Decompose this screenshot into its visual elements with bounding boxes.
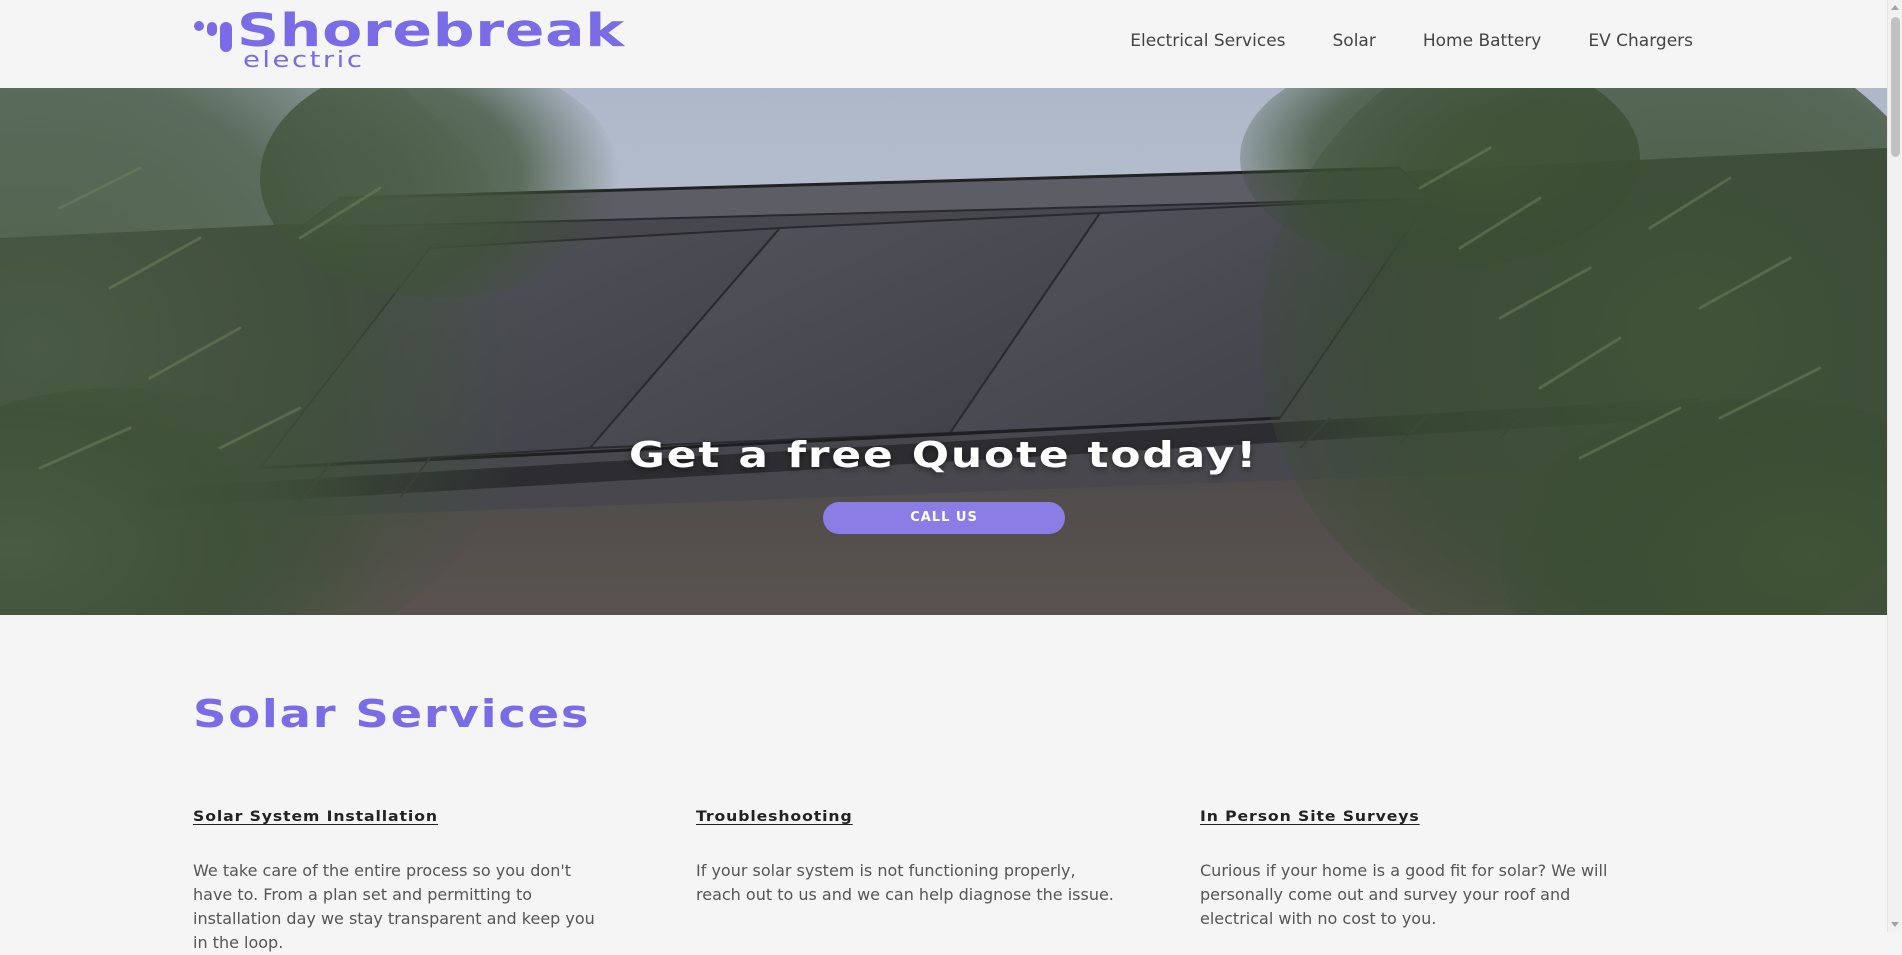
service-description-site-surveys: Curious if your home is a good fit for s… [1200, 861, 1608, 928]
service-description-troubleshooting: If your solar system is not functioning … [696, 861, 1114, 904]
service-description-installation: We take care of the entire process so yo… [193, 861, 595, 952]
page-scrollbar[interactable] [1887, 0, 1902, 932]
section-title-solar-services: Solar Services [193, 692, 591, 736]
call-us-button[interactable]: CALL US [823, 502, 1065, 534]
scroll-down-arrow-icon[interactable] [1891, 922, 1899, 927]
brand-name: Shorebreak [237, 4, 625, 57]
brand-logo[interactable]: Shorebreak electric [193, 8, 624, 74]
hero-solar-roof-image [0, 88, 1887, 615]
nav-item-solar[interactable]: Solar [1333, 31, 1376, 51]
scrollbar-thumb[interactable] [1891, 17, 1900, 157]
hero-title: Get a free Quote today! [628, 435, 1259, 476]
nav-item-ev-chargers[interactable]: EV Chargers [1588, 31, 1693, 51]
service-title-installation[interactable]: Solar System Installation [193, 809, 438, 825]
brand-subname: electric [243, 48, 365, 73]
service-card-site-surveys: In Person Site Surveys Curious if your h… [1200, 806, 1620, 931]
hero-banner: Get a free Quote today! CALL US [0, 88, 1887, 615]
service-card-installation: Solar System Installation We take care o… [193, 806, 613, 955]
nav-item-electrical-services[interactable]: Electrical Services [1130, 31, 1285, 51]
service-title-troubleshooting[interactable]: Troubleshooting [696, 809, 853, 825]
nav-item-home-battery[interactable]: Home Battery [1423, 31, 1542, 51]
service-title-site-surveys[interactable]: In Person Site Surveys [1200, 809, 1420, 825]
site-header: Shorebreak electric Electrical Services … [0, 0, 1887, 88]
logo-mark-icon [194, 21, 232, 52]
scroll-up-arrow-icon[interactable] [1891, 5, 1899, 10]
main-nav: Electrical Services Solar Home Battery E… [1083, 31, 1693, 51]
service-card-troubleshooting: Troubleshooting If your solar system is … [696, 806, 1116, 907]
